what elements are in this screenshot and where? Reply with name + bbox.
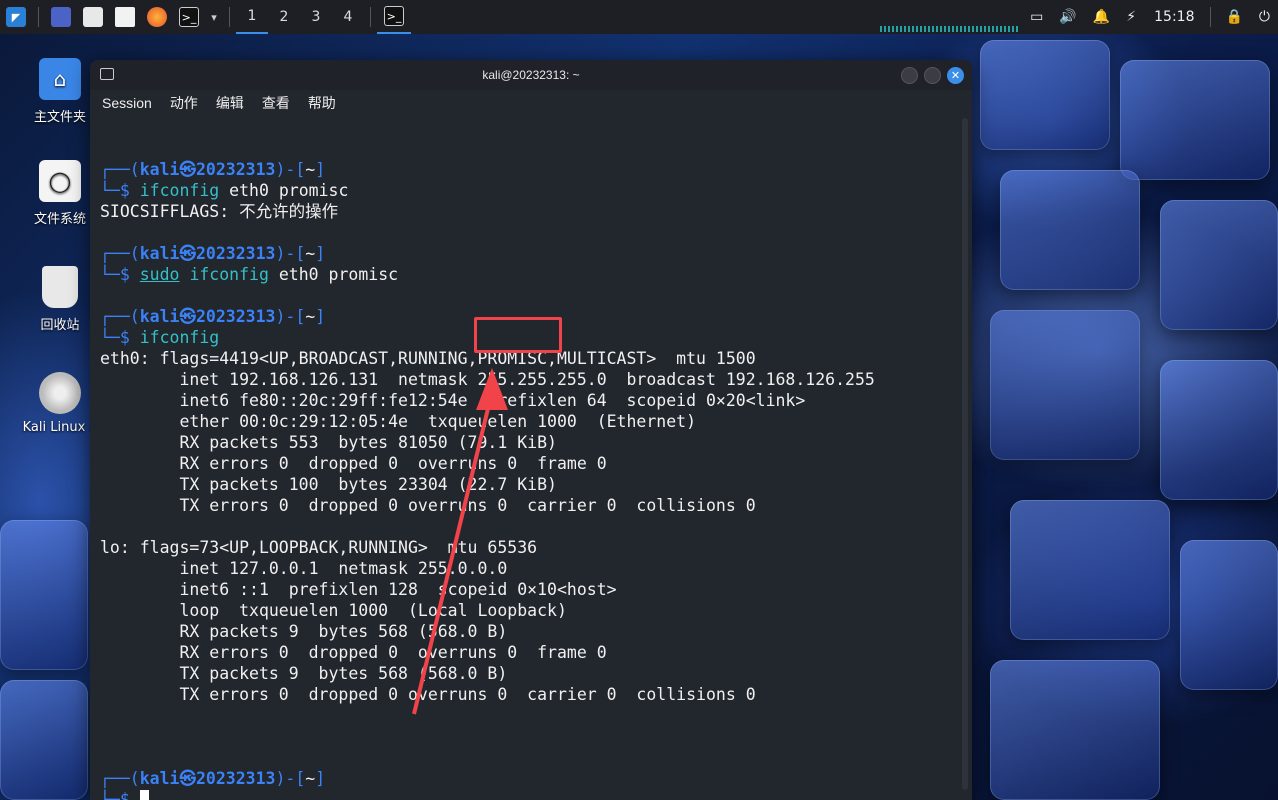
annotation-arrow	[412, 368, 508, 715]
